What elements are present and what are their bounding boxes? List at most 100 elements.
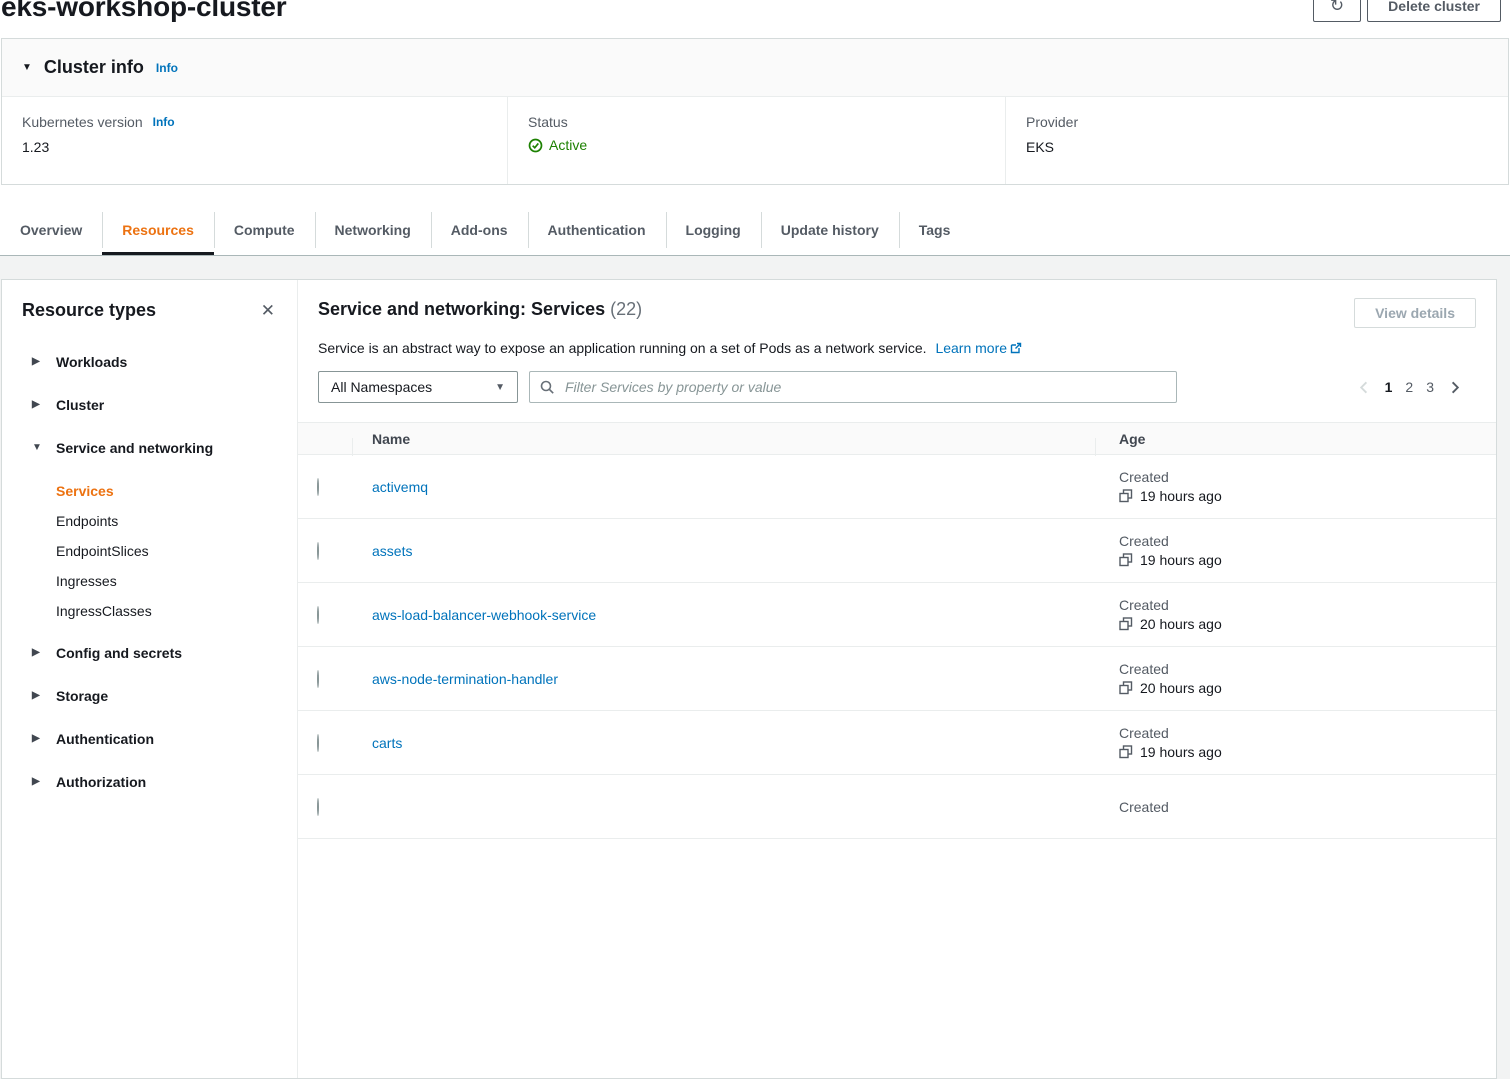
tab-overview[interactable]: Overview bbox=[0, 205, 102, 255]
created-label: Created bbox=[1119, 469, 1496, 485]
next-page-icon[interactable] bbox=[1447, 380, 1462, 395]
service-link[interactable]: carts bbox=[372, 735, 402, 751]
copy-icon[interactable] bbox=[1119, 553, 1133, 567]
field-label: Status bbox=[528, 114, 568, 130]
page-title: eks-workshop-cluster bbox=[1, 0, 286, 23]
services-title-text: Service and networking: Services bbox=[318, 299, 605, 319]
tree-item-ingressclasses[interactable]: IngressClasses bbox=[32, 601, 277, 621]
search-icon bbox=[540, 380, 555, 395]
tree-group-label: Authorization bbox=[56, 774, 146, 790]
tab-update-history[interactable]: Update history bbox=[761, 205, 899, 255]
created-label: Created bbox=[1119, 661, 1496, 677]
namespace-select-value: All Namespaces bbox=[331, 379, 432, 395]
refresh-button[interactable]: ↻ bbox=[1313, 0, 1361, 22]
cluster-info-info-link[interactable]: Info bbox=[156, 61, 178, 75]
pagination: 1 2 3 bbox=[1357, 379, 1476, 395]
tab-authentication[interactable]: Authentication bbox=[528, 205, 666, 255]
tree-group-config-and-secrets[interactable]: ▶ Config and secrets bbox=[32, 643, 277, 663]
service-link[interactable]: assets bbox=[372, 543, 412, 559]
services-table: Name Age activemq Created 19 hours ago bbox=[298, 422, 1496, 839]
tree-group-service-and-networking[interactable]: ▼ Service and networking bbox=[32, 438, 277, 458]
created-label: Created bbox=[1119, 725, 1496, 741]
tree-item-endpoints[interactable]: Endpoints bbox=[32, 511, 277, 531]
age-value: 19 hours ago bbox=[1140, 488, 1222, 504]
page-header: eks-workshop-cluster ↻ Delete cluster ▼ … bbox=[0, 0, 1510, 256]
tab-logging[interactable]: Logging bbox=[666, 205, 761, 255]
refresh-icon: ↻ bbox=[1330, 0, 1344, 16]
chevron-right-icon: ▶ bbox=[32, 734, 42, 744]
page-1[interactable]: 1 bbox=[1385, 379, 1393, 395]
page-3[interactable]: 3 bbox=[1426, 379, 1434, 395]
cluster-info-card: ▼ Cluster info Info Kubernetes version I… bbox=[1, 38, 1509, 185]
tab-tags[interactable]: Tags bbox=[899, 205, 971, 255]
tree-group-workloads[interactable]: ▶ Workloads bbox=[32, 352, 277, 372]
filter-input[interactable] bbox=[563, 378, 1166, 396]
tree-group-cluster[interactable]: ▶ Cluster bbox=[32, 395, 277, 415]
services-count: (22) bbox=[610, 299, 642, 319]
created-label: Created bbox=[1119, 597, 1496, 613]
cluster-info-title: Cluster info bbox=[44, 57, 144, 78]
row-radio[interactable] bbox=[317, 606, 319, 624]
table-row: activemq Created 19 hours ago bbox=[298, 455, 1496, 519]
field-label: Kubernetes version bbox=[22, 114, 143, 130]
learn-more-text: Learn more bbox=[935, 340, 1007, 356]
chevron-right-icon: ▶ bbox=[32, 648, 42, 658]
tree-item-endpointslices[interactable]: EndpointSlices bbox=[32, 541, 277, 561]
chevron-right-icon: ▶ bbox=[32, 400, 42, 410]
tree-group-storage[interactable]: ▶ Storage bbox=[32, 686, 277, 706]
tree-group-label: Service and networking bbox=[56, 440, 213, 456]
cluster-info-header[interactable]: ▼ Cluster info Info bbox=[2, 39, 1508, 97]
delete-cluster-button[interactable]: Delete cluster bbox=[1367, 0, 1501, 22]
status-active-icon bbox=[528, 138, 543, 153]
tree-group-label: Cluster bbox=[56, 397, 104, 413]
service-link[interactable]: activemq bbox=[372, 479, 428, 495]
tab-add-ons[interactable]: Add-ons bbox=[431, 205, 528, 255]
close-icon[interactable]: ✕ bbox=[259, 300, 277, 321]
service-link[interactable]: aws-node-termination-handler bbox=[372, 671, 558, 687]
services-description-text: Service is an abstract way to expose an … bbox=[318, 340, 927, 356]
tree-group-authentication[interactable]: ▶ Authentication bbox=[32, 729, 277, 749]
row-radio[interactable] bbox=[317, 798, 319, 816]
services-description: Service is an abstract way to expose an … bbox=[298, 339, 1496, 358]
learn-more-link[interactable]: Learn more bbox=[935, 340, 1022, 356]
view-details-button[interactable]: View details bbox=[1354, 298, 1476, 328]
tree-item-services[interactable]: Services bbox=[32, 481, 277, 501]
row-radio[interactable] bbox=[317, 670, 319, 688]
field-label: Provider bbox=[1026, 114, 1078, 130]
copy-icon[interactable] bbox=[1119, 489, 1133, 503]
tree-group-authorization[interactable]: ▶ Authorization bbox=[32, 772, 277, 792]
chevron-down-icon: ▼ bbox=[32, 443, 42, 453]
filter-input-wrap bbox=[529, 371, 1177, 403]
field-kubernetes-version: Kubernetes version Info 1.23 bbox=[2, 97, 507, 184]
row-radio[interactable] bbox=[317, 734, 319, 752]
tree-item-ingresses[interactable]: Ingresses bbox=[32, 571, 277, 591]
created-label: Created bbox=[1119, 799, 1496, 815]
tab-resources[interactable]: Resources bbox=[102, 205, 214, 255]
copy-icon[interactable] bbox=[1119, 617, 1133, 631]
copy-icon[interactable] bbox=[1119, 745, 1133, 759]
namespace-select[interactable]: All Namespaces ▼ bbox=[318, 371, 518, 403]
previous-page-icon[interactable] bbox=[1357, 380, 1372, 395]
chevron-down-icon: ▼ bbox=[22, 63, 32, 73]
age-value: 20 hours ago bbox=[1140, 680, 1222, 696]
resource-tree: ▶ Workloads ▶ Cluster ▼ Service and netw… bbox=[22, 352, 277, 792]
table-row: assets Created 19 hours ago bbox=[298, 519, 1496, 583]
age-value: 19 hours ago bbox=[1140, 744, 1222, 760]
table-row: aws-load-balancer-webhook-service Create… bbox=[298, 583, 1496, 647]
kubernetes-version-info-link[interactable]: Info bbox=[153, 115, 175, 129]
field-provider: Provider EKS bbox=[1005, 97, 1508, 184]
tab-networking[interactable]: Networking bbox=[315, 205, 431, 255]
table-row: Created bbox=[298, 775, 1496, 839]
chevron-down-icon: ▼ bbox=[495, 382, 505, 393]
external-link-icon bbox=[1010, 341, 1022, 357]
copy-icon[interactable] bbox=[1119, 681, 1133, 695]
service-link[interactable]: aws-load-balancer-webhook-service bbox=[372, 607, 596, 623]
chevron-right-icon: ▶ bbox=[32, 357, 42, 367]
row-radio[interactable] bbox=[317, 478, 319, 496]
row-radio[interactable] bbox=[317, 542, 319, 560]
tree-group-label: Config and secrets bbox=[56, 645, 182, 661]
column-header-name[interactable]: Name bbox=[352, 431, 1095, 447]
column-header-age[interactable]: Age bbox=[1095, 431, 1496, 447]
tab-compute[interactable]: Compute bbox=[214, 205, 315, 255]
page-2[interactable]: 2 bbox=[1405, 379, 1413, 395]
